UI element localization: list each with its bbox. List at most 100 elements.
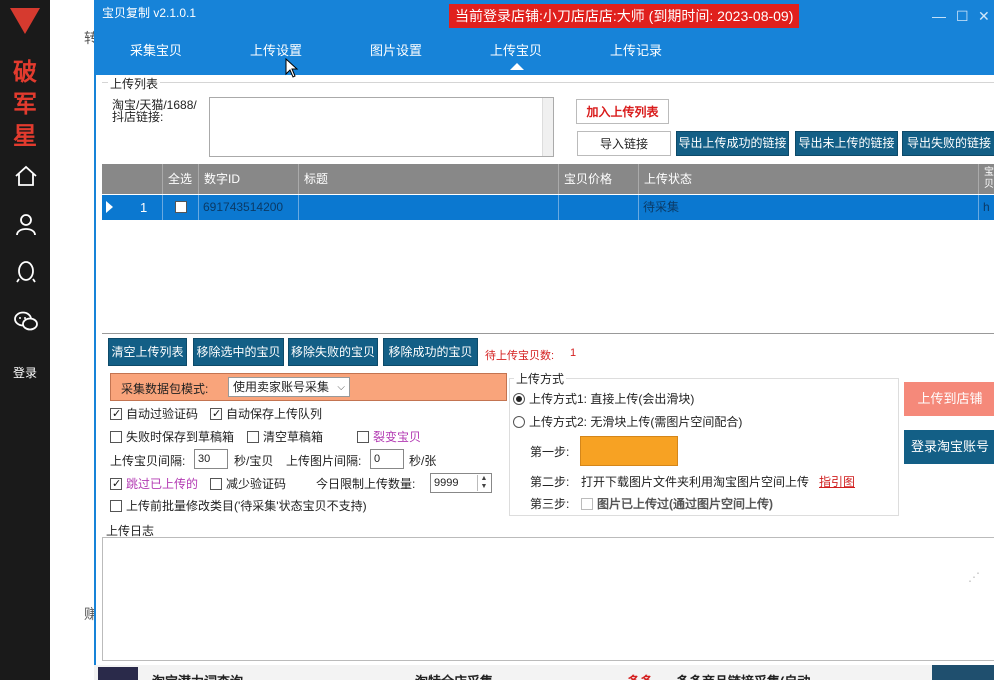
col-price: 宝贝价格 — [558, 164, 638, 194]
close-icon[interactable]: ✕ — [978, 8, 990, 25]
link-input-scrollbar[interactable] — [542, 98, 553, 156]
app-title: 宝贝复制 v2.1.0.1 — [102, 6, 197, 20]
split-item-option[interactable]: 裂变宝贝 — [357, 429, 421, 445]
link-input[interactable] — [209, 97, 554, 157]
split-item-checkbox[interactable] — [357, 431, 369, 443]
col-select-all[interactable]: 全选 — [162, 164, 198, 194]
auto-captcha-option[interactable]: 自动过验证码 — [110, 406, 198, 422]
upload-grid: 全选 数字ID 标题 宝贝价格 上传状态 宝贝 1 691743514200 待… — [102, 164, 994, 334]
collect-mode-panel: 采集数据包模式: 使用卖家账号采集 ⌵ — [110, 373, 507, 401]
table-row[interactable]: 1 691743514200 待采集 h — [102, 195, 994, 220]
clear-drafts-label: 清空草稿箱 — [263, 430, 324, 444]
skip-uploaded-checkbox[interactable] — [110, 476, 122, 492]
col-id: 数字ID — [198, 164, 298, 194]
active-tab-indicator — [510, 63, 524, 70]
batch-modify-option[interactable]: 上传前批量修改类目('待采集'状态宝贝不支持) — [110, 498, 367, 514]
auto-save-queue-checkbox[interactable] — [210, 406, 222, 422]
upload-method-2-radio[interactable] — [513, 416, 525, 428]
brand-logo-icon — [10, 8, 40, 34]
auto-save-queue-label: 自动保存上传队列 — [226, 407, 323, 421]
daily-limit-value: 9999 — [434, 477, 459, 489]
auto-captcha-label: 自动过验证码 — [126, 407, 199, 421]
thumbnail-image — [98, 667, 138, 680]
grid-bottom-border — [102, 333, 994, 334]
export-not-uploaded-button[interactable]: 导出未上传的链接 — [795, 131, 898, 156]
collect-mode-select[interactable]: 使用卖家账号采集 ⌵ — [228, 377, 350, 397]
chevron-down-icon: ⌵ — [337, 382, 345, 393]
export-success-button[interactable]: 导出上传成功的链接 — [676, 131, 789, 156]
remove-selected-button[interactable]: 移除选中的宝贝 — [193, 338, 284, 366]
mouse-cursor-icon — [285, 58, 299, 78]
step3-text: 图片已上传过(通过图片空间上传) — [597, 497, 773, 511]
row-status: 待采集 — [638, 195, 978, 220]
upload-to-store-button[interactable]: 上传到店铺 — [904, 382, 994, 416]
import-links-button[interactable]: 导入链接 — [577, 131, 671, 156]
tab-upload-records[interactable]: 上传记录 — [591, 40, 681, 59]
thumbnail-image-2 — [932, 665, 994, 680]
daily-limit-label: 今日限制上传数量: — [316, 477, 416, 491]
save-draft-option[interactable]: 失败时保存到草稿箱 — [110, 429, 234, 445]
upload-log-area[interactable] — [102, 537, 994, 661]
guide-link-text[interactable]: 指引图 — [819, 475, 855, 489]
upload-method-1-radio[interactable] — [513, 393, 525, 405]
bottom-text-3[interactable]: 多多 — [627, 671, 653, 680]
clear-drafts-checkbox[interactable] — [247, 431, 259, 443]
collect-mode-label: 采集数据包模式: — [121, 382, 209, 396]
remove-success-button[interactable]: 移除成功的宝贝 — [383, 338, 478, 366]
step1-label: 第一步: — [530, 445, 570, 459]
upload-method-2-option[interactable]: 上传方式2: 无滑块上传(需图片空间配合) — [513, 414, 742, 430]
sidebar-login-label[interactable]: 登录 — [0, 364, 50, 381]
image-interval-input[interactable]: 0 — [370, 449, 404, 469]
reduce-captcha-checkbox[interactable] — [210, 478, 222, 490]
bottom-text-2[interactable]: 淘特全店采集 — [415, 671, 493, 680]
batch-modify-checkbox[interactable] — [110, 500, 122, 512]
brand-char-2: 军 — [13, 89, 37, 118]
daily-limit-input[interactable]: 9999 ▲ ▼ — [430, 473, 492, 493]
upload-method-2-label: 上传方式2: 无滑块上传(需图片空间配合) — [529, 415, 743, 429]
divider — [102, 82, 994, 83]
interval-input[interactable]: 30 — [194, 449, 228, 469]
export-failed-button[interactable]: 导出失败的链接 — [902, 131, 994, 156]
maximize-icon[interactable]: ☐ — [956, 8, 969, 25]
step3-label: 第三步: — [530, 497, 570, 511]
tab-upload-items[interactable]: 上传宝贝 — [471, 40, 561, 59]
tab-upload-settings[interactable]: 上传设置 — [231, 40, 321, 59]
auto-captcha-checkbox[interactable] — [110, 406, 122, 422]
remove-failed-button[interactable]: 移除失败的宝贝 — [288, 338, 378, 366]
user-icon[interactable] — [13, 211, 39, 237]
reduce-captcha-option[interactable]: 减少验证码 — [210, 476, 286, 492]
home-icon[interactable] — [13, 163, 39, 189]
minimize-icon[interactable]: — — [932, 8, 946, 24]
login-taobao-button[interactable]: 登录淘宝账号 — [904, 430, 994, 464]
spinner-icon[interactable]: ▲ ▼ — [477, 475, 490, 491]
auto-save-queue-option[interactable]: 自动保存上传队列 — [210, 406, 322, 422]
guide-link[interactable]: 指引图 — [819, 474, 855, 490]
skip-uploaded-option[interactable]: 跳过已上传的 — [110, 476, 198, 492]
col-status: 上传状态 — [638, 164, 978, 194]
image-interval-unit: 秒/张 — [409, 454, 437, 468]
resize-grip-icon[interactable]: ⋰ — [968, 570, 980, 584]
upload-method-1-option[interactable]: 上传方式1: 直接上传(会出滑块) — [513, 391, 694, 407]
qq-icon[interactable] — [13, 259, 39, 285]
skip-uploaded-label: 跳过已上传的 — [126, 477, 199, 491]
row-id: 691743514200 — [198, 195, 298, 220]
add-to-list-button[interactable]: 加入上传列表 — [576, 99, 669, 124]
step1-button[interactable] — [580, 436, 678, 466]
brand-char-3: 星 — [13, 121, 37, 150]
batch-modify-label: 上传前批量修改类目('待采集'状态宝贝不支持) — [126, 499, 367, 513]
row-check-cell — [162, 195, 198, 220]
tab-collect[interactable]: 采集宝贝 — [111, 40, 201, 59]
clear-drafts-option[interactable]: 清空草稿箱 — [247, 429, 323, 445]
background-taskbar: 淘宝潜力词查询 淘特全店采集 多多 多多商品链接采集(自动 — [94, 665, 994, 680]
save-draft-checkbox[interactable] — [110, 431, 122, 443]
tab-image-settings[interactable]: 图片设置 — [351, 40, 441, 59]
step3-option[interactable]: 图片已上传过(通过图片空间上传) — [581, 496, 773, 512]
bottom-text-4[interactable]: 多多商品链接采集(自动 — [676, 671, 810, 680]
row-checkbox[interactable] — [175, 201, 187, 213]
grid-header: 全选 数字ID 标题 宝贝价格 上传状态 宝贝 — [102, 164, 994, 194]
image-interval-label: 上传图片间隔: — [286, 454, 362, 468]
bottom-text-1[interactable]: 淘宝潜力词查询 — [152, 671, 243, 680]
wechat-icon[interactable] — [13, 308, 39, 334]
step3-checkbox[interactable] — [581, 498, 593, 510]
clear-list-button[interactable]: 清空上传列表 — [108, 338, 187, 366]
